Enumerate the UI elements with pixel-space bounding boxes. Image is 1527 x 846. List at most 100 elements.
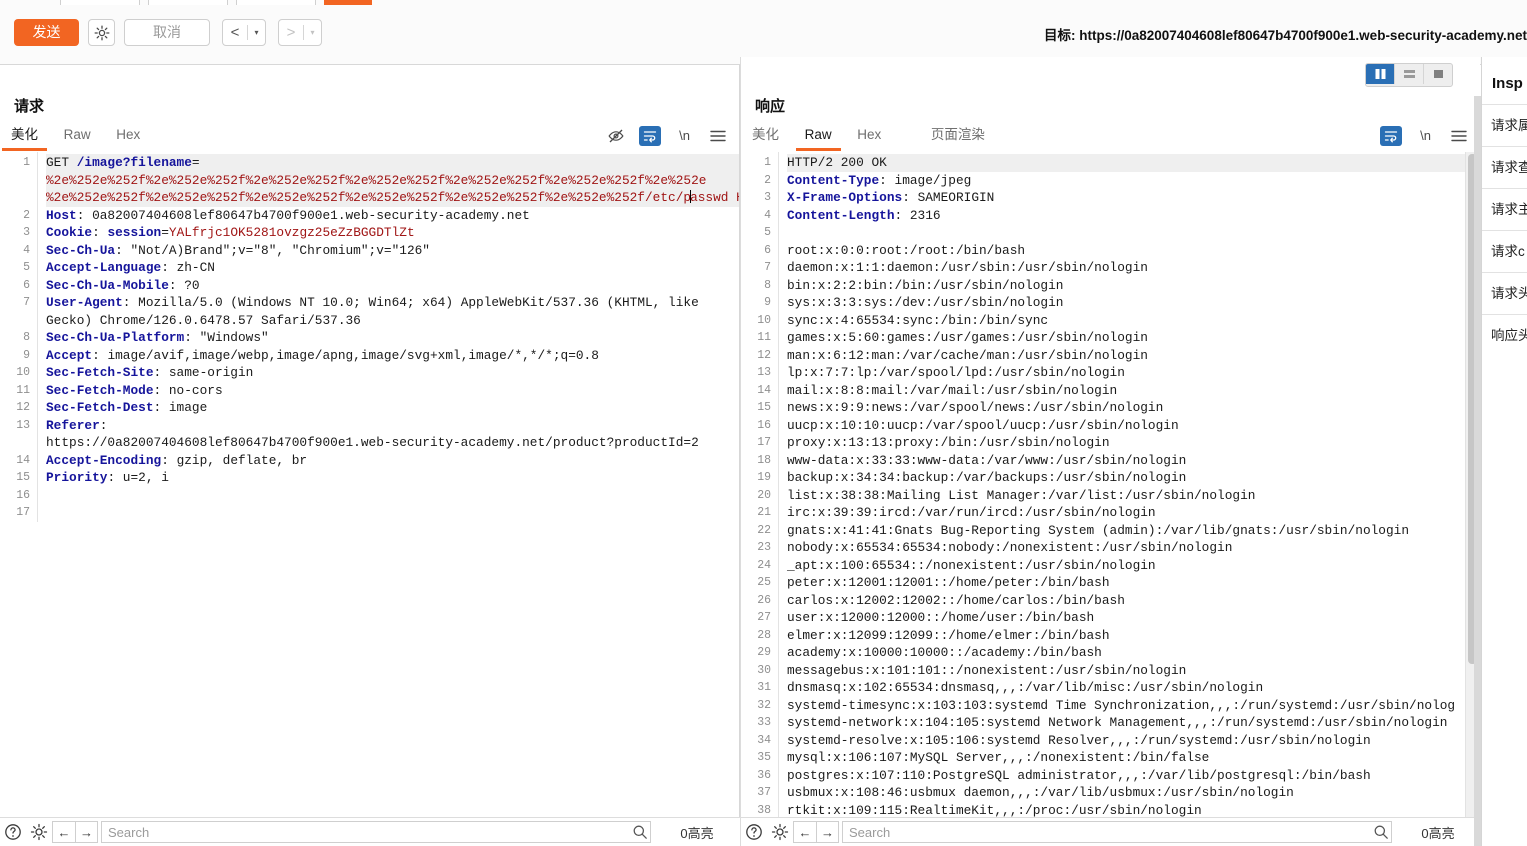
send-button[interactable]: 发送: [14, 19, 79, 46]
eye-slash-icon[interactable]: [606, 126, 625, 145]
response-status-line: HTTP/2 200 OK: [787, 154, 1480, 172]
line-number: 21: [757, 506, 771, 519]
inspector-section-query-parameters[interactable]: 请求查: [1482, 146, 1527, 188]
horizontal-split-icon[interactable]: [1395, 64, 1424, 84]
request-code[interactable]: GET /image?filename= %2e%252e%252f%2e%25…: [38, 152, 739, 522]
response-panel: 响应 美化 Raw Hex 页面渲染 \n 1 2 3 4 5 6 7 8 9 …: [740, 57, 1480, 818]
request-settings-button[interactable]: [88, 19, 115, 46]
newline-icon[interactable]: \n: [1416, 126, 1435, 145]
request-header-line: Accept-Language: zh-CN: [46, 260, 215, 275]
request-match-count: 0高亮: [680, 825, 714, 841]
header-name: Host: [46, 207, 77, 223]
tab-response-raw[interactable]: Raw: [794, 120, 843, 151]
response-search-field[interactable]: [842, 821, 1392, 843]
tab-stub[interactable]: [148, 0, 228, 5]
search-back-button[interactable]: ←: [793, 821, 816, 843]
inspector-resize-strip[interactable]: [1474, 96, 1481, 846]
tab-response-pretty[interactable]: 美化: [741, 120, 790, 151]
line-number: 16: [757, 418, 771, 432]
line-number: 19: [757, 471, 771, 484]
chevron-down-icon[interactable]: ▾: [304, 20, 321, 45]
inspector-section-response-headers[interactable]: 响应头: [1482, 314, 1527, 356]
vertical-split-icon[interactable]: [1366, 64, 1395, 84]
response-header-line: Content-Type: image/jpeg: [787, 172, 972, 188]
request-header-value-line: https://0a82007404608lef80647b4700f900e1…: [46, 434, 739, 452]
traversal-payload-1: %2e%252e%252f%2e%252e%252f%2e%252e%252f%…: [46, 172, 707, 188]
inspector-title: Insp: [1492, 75, 1523, 92]
tab-stub-active[interactable]: [324, 0, 372, 5]
request-panel: 请求 美化 Raw Hex \n 1 2 3 4 5 6 7 8 9 10 11…: [0, 65, 739, 818]
inspector-section-body-parameters[interactable]: 请求主: [1482, 188, 1527, 230]
request-search-field[interactable]: [101, 821, 651, 843]
magnifier-icon[interactable]: [630, 824, 650, 840]
chevron-down-icon[interactable]: ▾: [248, 20, 265, 45]
magnifier-icon[interactable]: [1371, 824, 1391, 840]
header-value: zh-CN: [176, 260, 215, 275]
request-header-line: Accept-Encoding: gzip, deflate, br: [46, 452, 308, 468]
tab-response-hex[interactable]: Hex: [846, 120, 892, 151]
burp-repeater-window: 发送 取消 < ▾ > ▾ 目标: https://0a82007404608l…: [0, 0, 1527, 846]
request-editor[interactable]: 1 2 3 4 5 6 7 8 9 10 11 12 13 14 15 16 1…: [0, 152, 739, 818]
header-value: gzip, deflate, br: [176, 452, 308, 468]
inspector-section-request-cookies[interactable]: 请求c: [1482, 230, 1527, 272]
search-input[interactable]: [843, 822, 1371, 842]
layout-toggle-group: [1365, 63, 1453, 87]
prev-request-button[interactable]: < ▾: [222, 19, 266, 46]
line-number: 38: [757, 803, 771, 817]
gear-icon[interactable]: [26, 819, 52, 845]
help-icon[interactable]: [0, 819, 26, 845]
header-name: Accept-Language: [46, 260, 162, 275]
request-header-line: User-Agent: Mozilla/5.0 (Windows NT 10.0…: [46, 295, 699, 328]
word-wrap-icon[interactable]: [639, 125, 661, 146]
search-forward-button[interactable]: →: [75, 821, 98, 843]
header-name: Sec-Ch-Ua-Platform: [46, 330, 185, 345]
response-body-line: usbmux:x:108:46:usbmux daemon,,,:/var/li…: [787, 785, 1294, 800]
inspector-section-request-headers[interactable]: 请求头: [1482, 272, 1527, 314]
cancel-button[interactable]: 取消: [124, 19, 210, 46]
menu-icon[interactable]: [1449, 126, 1468, 145]
header-name: Content-Type: [787, 172, 880, 188]
line-number: 27: [757, 611, 771, 624]
tab-response-render[interactable]: 页面渲染: [920, 120, 996, 151]
line-number: 31: [757, 681, 771, 694]
search-back-button[interactable]: ←: [52, 821, 75, 843]
tab-stub[interactable]: [60, 0, 140, 5]
payload-tail-after-caret: asswd HTTP/2: [690, 190, 739, 205]
line-number: 2: [23, 208, 30, 222]
request-line-numbers: 1 2 3 4 5 6 7 8 9 10 11 12 13 14 15 16 1…: [0, 152, 38, 522]
gear-icon[interactable]: [767, 819, 793, 845]
line-number: 35: [757, 751, 771, 764]
response-editor[interactable]: 1 2 3 4 5 6 7 8 9 10 11 12 13 14 15 16 1: [741, 152, 1480, 818]
response-code[interactable]: HTTP/2 200 OK Content-Type: image/jpeg X…: [779, 152, 1480, 818]
next-request-button[interactable]: > ▾: [278, 19, 322, 46]
tab-request-pretty[interactable]: 美化: [0, 120, 49, 151]
request-header-line: Sec-Ch-Ua-Mobile: ?0: [46, 277, 200, 293]
tab-request-raw[interactable]: Raw: [53, 120, 102, 151]
line-number: 9: [764, 296, 771, 309]
response-body-line: uucp:x:10:10:uucp:/var/spool/uucp:/usr/s…: [787, 417, 1179, 433]
help-icon[interactable]: [741, 819, 767, 845]
tab-request-hex[interactable]: Hex: [105, 120, 151, 151]
single-pane-icon[interactable]: [1424, 64, 1452, 84]
tab-stub[interactable]: [236, 0, 316, 5]
line-number: 25: [757, 576, 771, 589]
inspector-section-request-attributes[interactable]: 请求属: [1482, 104, 1527, 146]
newline-icon[interactable]: \n: [675, 126, 694, 145]
next-arrow-icon[interactable]: >: [279, 20, 303, 45]
response-body-line: mail:x:8:8:mail:/var/mail:/usr/sbin/nolo…: [787, 382, 1118, 398]
search-forward-button[interactable]: →: [816, 821, 839, 843]
word-wrap-icon[interactable]: [1380, 125, 1402, 146]
header-name: Accept: [46, 347, 93, 363]
gear-icon: [94, 25, 109, 40]
line-number: 14: [757, 383, 771, 397]
search-input[interactable]: [102, 822, 630, 842]
header-value: same-origin: [168, 365, 254, 380]
menu-icon[interactable]: [708, 126, 727, 145]
line-number: 1: [764, 156, 771, 169]
response-body-line: elmer:x:12099:12099::/home/elmer:/bin/ba…: [787, 627, 1110, 643]
line-number: 4: [764, 208, 771, 222]
header-name: User-Agent: [46, 295, 123, 310]
prev-arrow-icon[interactable]: <: [223, 20, 247, 45]
line-number: 33: [757, 716, 771, 729]
response-match-count: 0高亮: [1421, 825, 1455, 841]
